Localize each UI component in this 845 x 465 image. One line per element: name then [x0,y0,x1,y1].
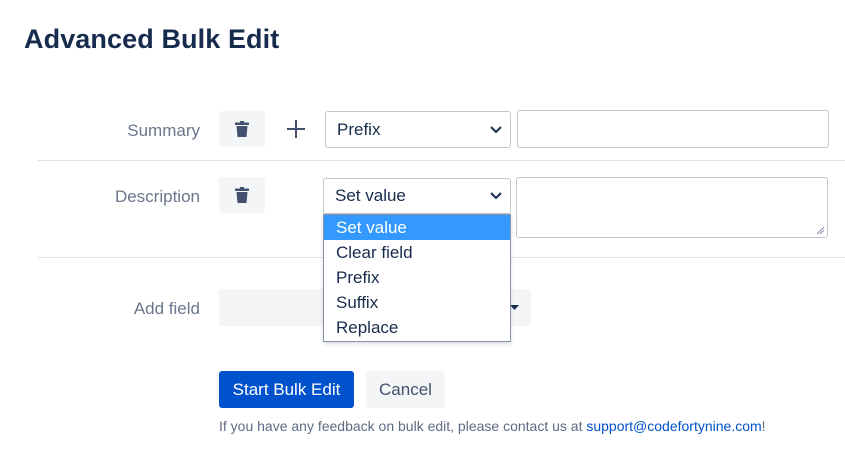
feedback-note: If you have any feedback on bulk edit, p… [219,418,766,434]
page-title: Advanced Bulk Edit [24,24,280,54]
dropdown-option-set-value[interactable]: Set value [324,215,510,240]
chevron-down-icon [490,125,502,133]
description-value-textarea[interactable] [516,177,828,238]
plus-icon [287,120,305,138]
dropdown-option-replace[interactable]: Replace [324,315,510,340]
dropdown-option-prefix[interactable]: Prefix [324,265,510,290]
trash-icon [235,121,249,137]
support-email-link[interactable]: support@codefortynine.com [586,418,761,434]
dropdown-option-clear-field[interactable]: Clear field [324,240,510,265]
dropdown-option-suffix[interactable]: Suffix [324,290,510,315]
delete-description-button[interactable] [219,177,265,213]
summary-operation-value: Prefix [337,119,381,139]
description-operation-select[interactable]: Set value [323,178,511,214]
row-divider [38,160,845,161]
start-bulk-edit-button[interactable]: Start Bulk Edit [219,371,354,408]
cancel-button[interactable]: Cancel [366,371,445,408]
summary-value-input[interactable] [517,110,829,148]
field-label-summary: Summary [127,121,200,140]
resize-handle-icon[interactable] [816,226,825,235]
summary-operation-select[interactable]: Prefix [325,111,511,148]
chevron-down-icon [490,192,502,200]
add-field-label: Add field [133,299,200,318]
delete-summary-button[interactable] [219,111,265,147]
feedback-text: If you have any feedback on bulk edit, p… [219,418,587,434]
caret-down-icon [510,305,519,310]
operation-dropdown-list: Set value Clear field Prefix Suffix Repl… [323,214,511,342]
add-operation-button[interactable] [281,114,311,144]
feedback-suffix: ! [761,418,766,434]
field-label-description: Description [114,187,200,206]
trash-icon [235,187,249,203]
description-operation-value: Set value [335,186,406,205]
